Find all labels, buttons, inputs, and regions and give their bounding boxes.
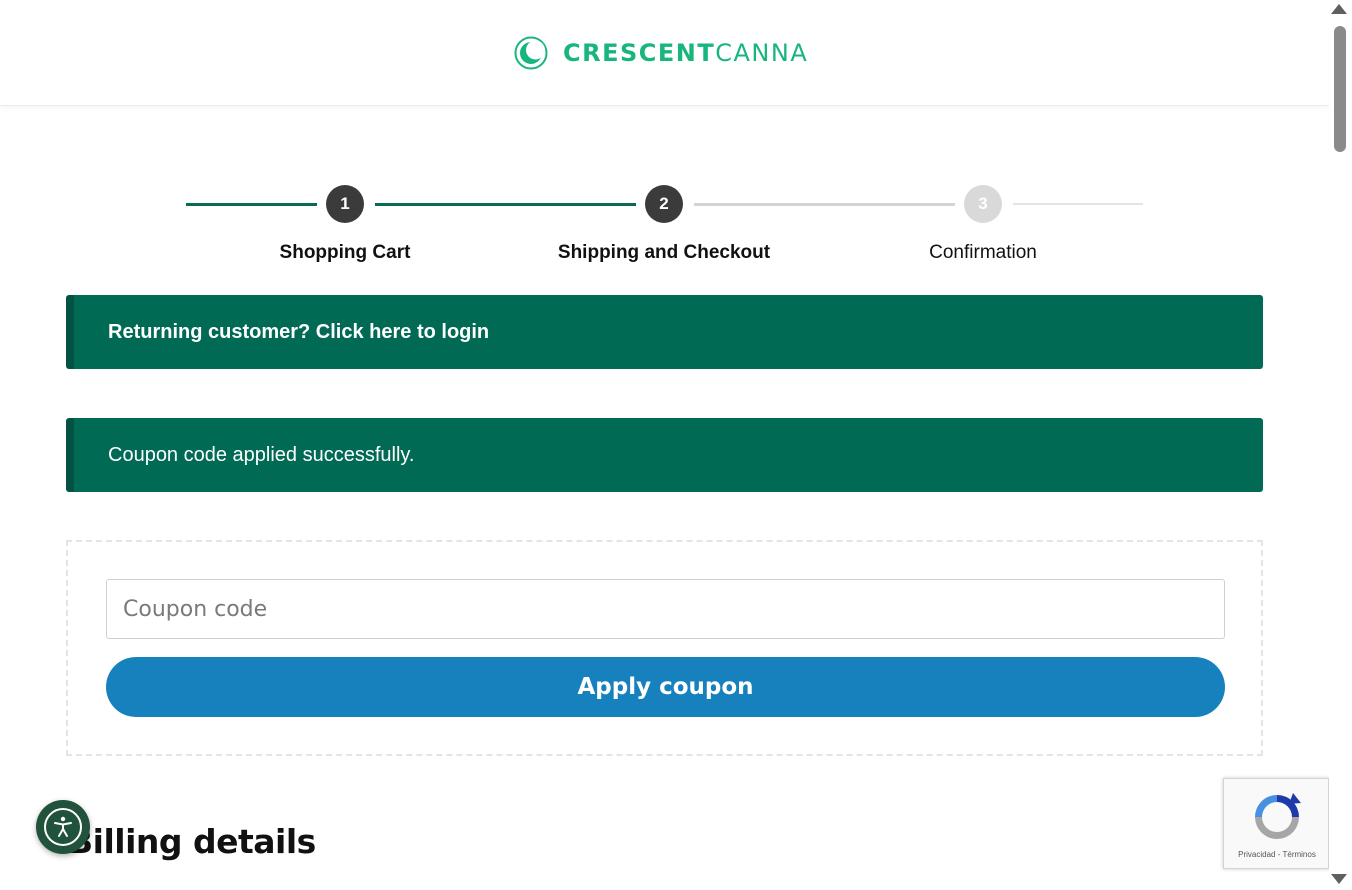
step-2-label: Shipping and Checkout (557, 242, 771, 263)
coupon-form: Apply coupon (66, 540, 1263, 756)
accessibility-button[interactable] (36, 800, 90, 854)
brand-logo[interactable]: CRESCENTCANNA (514, 36, 808, 70)
coupon-success-notice: Coupon code applied successfully. (66, 418, 1263, 492)
progress-line-end (1013, 203, 1143, 205)
recaptcha-logo-icon (1255, 793, 1301, 839)
step-3-label: Confirmation (929, 242, 1037, 263)
step-1-number[interactable]: 1 (326, 185, 364, 223)
brand-wordmark: CRESCENTCANNA (563, 39, 808, 67)
scroll-down-arrow-icon[interactable] (1331, 874, 1347, 884)
step-1-label[interactable]: Shopping Cart (215, 242, 475, 264)
accessibility-person-icon (44, 808, 82, 846)
billing-details-heading: Billing details (68, 822, 316, 861)
brand-name-bold: CRESCENT (563, 39, 716, 67)
site-header: CRESCENTCANNA (0, 0, 1329, 106)
recaptcha-terms-link[interactable]: Términos (1282, 850, 1315, 859)
brand-name-light: CANNA (715, 39, 809, 67)
scroll-up-arrow-icon[interactable] (1331, 4, 1347, 14)
scrollbar-thumb[interactable] (1334, 26, 1346, 152)
recaptcha-links: Privacidad - Términos (1224, 850, 1330, 859)
login-notice[interactable]: Returning customer? Click here to login (66, 295, 1263, 369)
step-3-number: 3 (964, 185, 1002, 223)
recaptcha-privacy-link[interactable]: Privacidad (1238, 850, 1275, 859)
step-2-number: 2 (645, 185, 683, 223)
recaptcha-badge[interactable]: Privacidad - Términos (1223, 778, 1329, 869)
coupon-code-input[interactable] (106, 579, 1225, 639)
crescent-moon-logo-icon (514, 36, 548, 70)
progress-line-2-3 (694, 203, 955, 206)
checkout-progress: 1 2 3 Shopping Cart Shipping and Checkou… (0, 180, 1329, 270)
progress-line-1-2 (375, 203, 636, 206)
progress-line-start (186, 203, 317, 206)
apply-coupon-button[interactable]: Apply coupon (106, 657, 1225, 717)
